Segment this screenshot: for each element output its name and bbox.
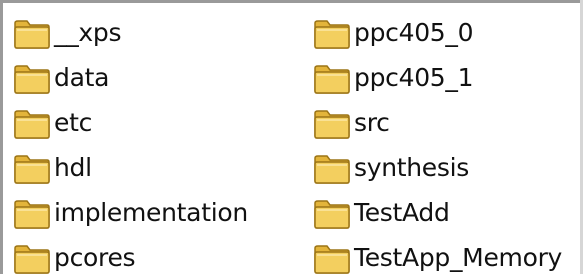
folder-column-left: __xps data etc hdl implementation pcores: [12, 10, 248, 274]
folder-item[interactable]: src: [312, 100, 562, 145]
window-border-top: [0, 0, 583, 3]
folder-icon: [312, 240, 352, 274]
folder-item[interactable]: synthesis: [312, 145, 562, 190]
folder-item[interactable]: TestApp_Memory: [312, 235, 562, 274]
folder-icon: [12, 105, 52, 141]
folder-label: etc: [54, 108, 93, 137]
folder-label: ppc405_0: [354, 18, 474, 47]
folder-label: hdl: [54, 153, 92, 182]
folder-item[interactable]: hdl: [12, 145, 248, 190]
folder-label: TestApp_Memory: [354, 243, 563, 272]
folder-icon: [12, 15, 52, 51]
folder-label: ppc405_1: [354, 63, 474, 92]
folder-item[interactable]: pcores: [12, 235, 248, 274]
folder-label: TestAdd: [354, 198, 450, 227]
folder-item[interactable]: data: [12, 55, 248, 100]
window-border-left: [0, 0, 3, 274]
file-explorer-folder-view: __xps data etc hdl implementation pcores…: [0, 0, 583, 274]
folder-label: implementation: [54, 198, 248, 227]
folder-label: data: [54, 63, 110, 92]
folder-icon: [12, 150, 52, 186]
folder-icon: [312, 150, 352, 186]
folder-item[interactable]: implementation: [12, 190, 248, 235]
folder-icon: [312, 15, 352, 51]
folder-column-right: ppc405_0 ppc405_1 src synthesis TestAdd …: [312, 10, 562, 274]
folder-icon: [312, 105, 352, 141]
folder-label: src: [354, 108, 390, 137]
folder-icon: [12, 240, 52, 274]
folder-icon: [312, 60, 352, 96]
folder-label: pcores: [54, 243, 136, 272]
folder-item[interactable]: etc: [12, 100, 248, 145]
folder-icon: [12, 60, 52, 96]
folder-label: synthesis: [354, 153, 469, 182]
folder-icon: [12, 195, 52, 231]
folder-icon: [312, 195, 352, 231]
folder-item[interactable]: ppc405_0: [312, 10, 562, 55]
folder-label: __xps: [54, 18, 122, 47]
folder-item[interactable]: ppc405_1: [312, 55, 562, 100]
folder-item[interactable]: __xps: [12, 10, 248, 55]
folder-item[interactable]: TestAdd: [312, 190, 562, 235]
